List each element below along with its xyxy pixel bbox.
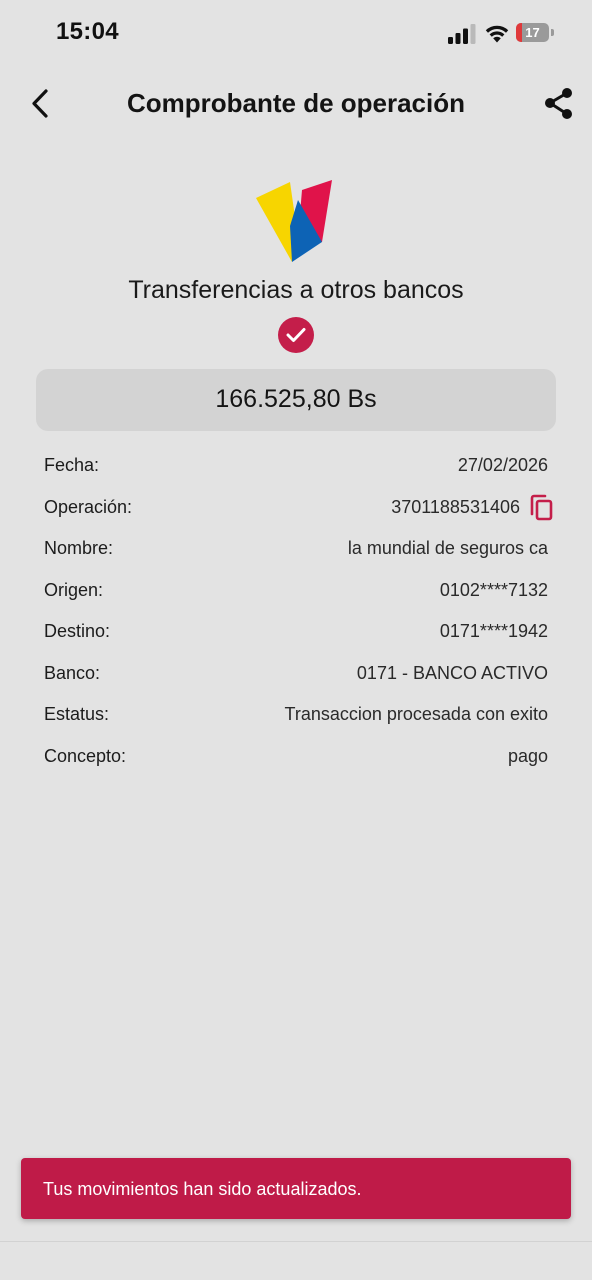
detail-row-fecha: Fecha: 27/02/2026 xyxy=(44,447,548,489)
detail-row-estatus: Estatus: Transaccion procesada con exito xyxy=(44,696,548,738)
snackbar[interactable]: Tus movimientos han sido actualizados. xyxy=(21,1158,571,1219)
detail-label: Fecha: xyxy=(44,455,100,475)
detail-label: Origen: xyxy=(44,579,104,600)
detail-value: la mundial de seguros ca xyxy=(347,538,548,558)
detail-value: pago xyxy=(507,745,548,766)
detail-row-origen: Origen: 0102****7132 xyxy=(44,572,548,614)
detail-value: 0102****7132 xyxy=(439,579,548,600)
cellular-signal-icon xyxy=(448,24,476,44)
detail-label: Banco: xyxy=(44,662,101,683)
detail-value: Transaccion procesada con exito xyxy=(284,704,548,724)
battery-tip xyxy=(551,29,554,36)
detail-value: 27/02/2026 xyxy=(457,455,548,475)
detail-row-banco: Banco: 0171 - BANCO ACTIVO xyxy=(44,655,548,697)
battery-level: 17 xyxy=(525,25,540,40)
bottom-divider xyxy=(0,1241,592,1242)
bank-logo xyxy=(256,180,332,262)
detail-label: Operación: xyxy=(44,496,133,517)
detail-row-operacion: Operación: 3701188531406 xyxy=(44,489,553,531)
amount-box: 166.525,80 Bs xyxy=(36,369,556,431)
battery-body: 17 xyxy=(516,23,549,42)
operation-number: 3701188531406 xyxy=(391,496,520,517)
detail-label: Concepto: xyxy=(44,745,127,766)
detail-row-concepto: Concepto: pago xyxy=(44,738,548,780)
receipt-details: Fecha: 27/02/2026 Operación: 37011885314… xyxy=(44,447,553,780)
success-check-icon xyxy=(278,317,314,353)
app-header: Comprobante de operación xyxy=(0,72,592,136)
detail-value: 0171 - BANCO ACTIVO xyxy=(356,662,548,683)
snackbar-message: Tus movimientos han sido actualizados. xyxy=(43,1179,362,1199)
detail-value: 0171****1942 xyxy=(439,621,548,641)
amount-value: 166.525,80 Bs xyxy=(215,385,377,413)
status-time: 15:04 xyxy=(56,18,119,45)
transfer-type-title: Transferencias a otros bancos xyxy=(128,276,464,304)
wifi-icon xyxy=(485,25,509,43)
status-bar: 15:04 17 xyxy=(0,0,592,68)
detail-label: Nombre: xyxy=(44,538,114,558)
copy-icon[interactable] xyxy=(528,494,554,522)
share-button[interactable] xyxy=(538,84,580,124)
detail-label: Estatus: xyxy=(44,704,110,724)
detail-row-nombre: Nombre: la mundial de seguros ca xyxy=(44,530,548,572)
detail-label: Destino: xyxy=(44,621,111,641)
share-icon xyxy=(545,88,572,119)
battery-icon: 17 xyxy=(516,23,556,43)
page-title: Comprobante de operación xyxy=(126,88,466,118)
detail-row-destino: Destino: 0171****1942 xyxy=(44,613,548,655)
